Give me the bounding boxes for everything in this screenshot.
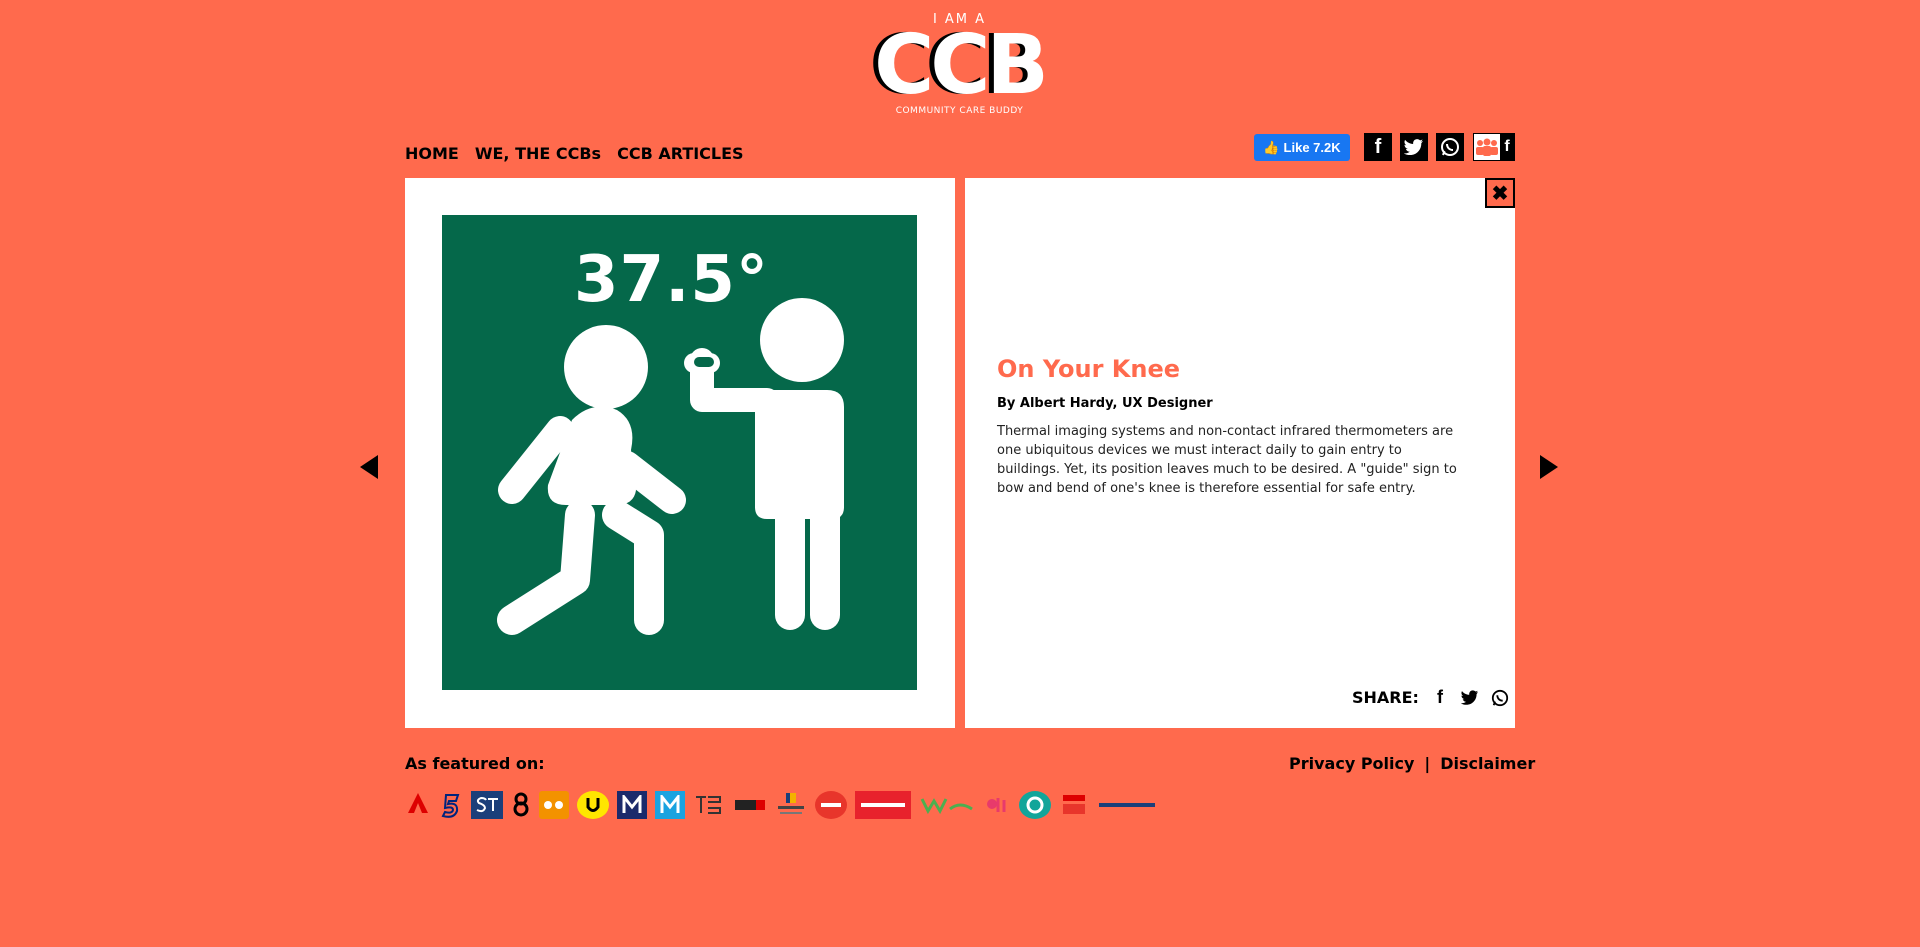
straits-times-logo <box>471 791 503 819</box>
u-channel-logo <box>577 791 609 819</box>
article-title: On Your Knee <box>997 355 1181 383</box>
share-whatsapp-icon[interactable] <box>1491 689 1509 707</box>
previous-arrow-icon[interactable] <box>360 455 378 479</box>
close-button[interactable]: ✖ <box>1485 178 1515 208</box>
article-panel: ✖ On Your Knee By Albert Hardy, UX Desig… <box>965 178 1515 728</box>
whatsapp-icon[interactable] <box>1436 133 1464 161</box>
nav-home[interactable]: HOME <box>405 144 459 163</box>
share-bar: SHARE: f <box>1352 687 1509 707</box>
share-facebook-icon[interactable]: f <box>1431 687 1449 707</box>
share-label: SHARE: <box>1352 688 1419 707</box>
tech-edt-logo <box>693 791 725 819</box>
privacy-policy-link[interactable]: Privacy Policy <box>1289 754 1414 773</box>
zaobao-logo <box>775 791 807 819</box>
site-logo[interactable]: I AM A CCB COMMUNITY CARE BUDDY <box>872 12 1049 122</box>
close-icon: ✖ <box>1491 182 1509 205</box>
asiaone-logo <box>539 791 569 819</box>
article-byline: By Albert Hardy, UX Designer <box>997 396 1213 411</box>
disclaimer-link[interactable]: Disclaimer <box>1440 754 1535 773</box>
mothership-logo <box>617 791 647 819</box>
main-nav: HOME WE, THE CCBs CCB ARTICLES <box>405 144 744 163</box>
nav-we-the-ccbs[interactable]: WE, THE CCBs <box>475 144 601 163</box>
thumbs-up-icon: 👍 <box>1263 139 1280 155</box>
legal-separator: | <box>1424 754 1431 773</box>
legal-links: Privacy Policy | Disclaimer <box>1289 754 1535 773</box>
illustration-panel: 37.5° <box>405 178 955 728</box>
media-logos <box>405 789 1157 821</box>
warna-logo <box>919 791 975 819</box>
channel-8-logo <box>511 791 531 819</box>
article-body: Thermal imaging systems and non-contact … <box>997 424 1457 496</box>
berita-harian-logo <box>1097 791 1157 819</box>
cna-logo <box>405 791 431 819</box>
share-twitter-icon[interactable] <box>1460 689 1479 707</box>
facebook-group-icon[interactable]: f <box>1473 133 1515 161</box>
8world-logo <box>815 791 847 819</box>
logo-main: CCB <box>874 18 1049 113</box>
temperature-check-illustration: 37.5° <box>442 215 917 690</box>
radio-98-logo <box>733 791 767 819</box>
oli-logo <box>983 791 1011 819</box>
bowing-person-figures <box>497 298 844 635</box>
facebook-like-label: Like 7.2K <box>1283 140 1341 155</box>
facebook-f-icon: f <box>1500 134 1514 160</box>
facebook-icon[interactable]: f <box>1364 133 1392 161</box>
logo-sub: COMMUNITY CARE BUDDY <box>895 106 1024 116</box>
mypaper-logo <box>655 791 685 819</box>
twitter-icon[interactable] <box>1400 133 1428 161</box>
featured-on-label: As featured on: <box>405 754 545 773</box>
capital-958-logo <box>1059 791 1089 819</box>
today-logo <box>855 791 911 819</box>
facebook-like-button[interactable]: 👍 Like 7.2K <box>1254 134 1350 161</box>
nav-ccb-articles[interactable]: CCB ARTICLES <box>617 144 744 163</box>
channel-5-logo <box>439 791 463 819</box>
next-arrow-icon[interactable] <box>1540 455 1558 479</box>
suria-logo <box>1019 791 1051 819</box>
